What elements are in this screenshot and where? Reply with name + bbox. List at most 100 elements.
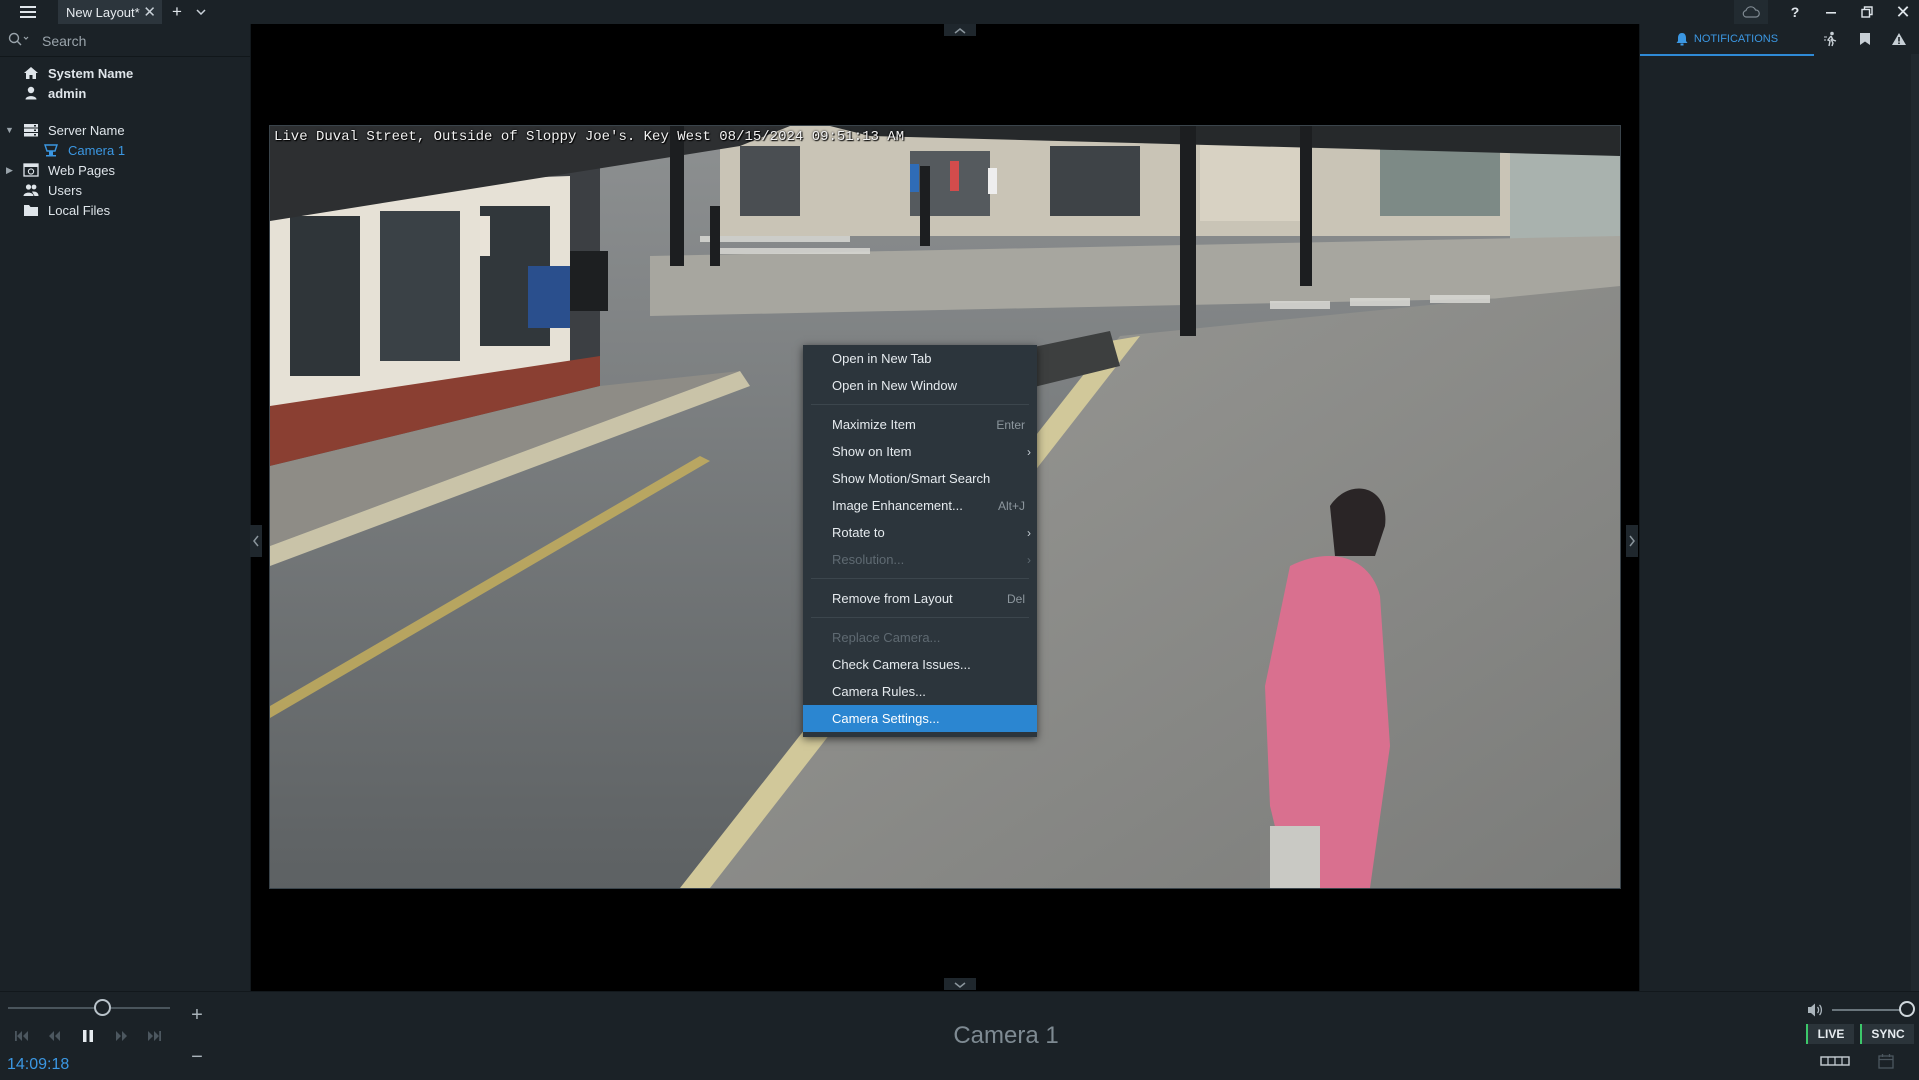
step-back-button[interactable]: [44, 1026, 64, 1046]
menu-item-maximize-item[interactable]: Maximize Item Enter: [803, 411, 1037, 438]
tab-label: New Layout*: [66, 4, 140, 20]
expand-arrow-icon[interactable]: ▼: [5, 125, 14, 135]
zoom-out-button[interactable]: −: [188, 1047, 206, 1067]
chevron-down-icon: [954, 982, 966, 988]
menu-item-label: Open in New Tab: [832, 351, 932, 366]
tree-item-web-pages[interactable]: Web Pages: [22, 160, 115, 180]
tab-close-icon[interactable]: ✕: [143, 3, 156, 21]
jump-to-start-button[interactable]: [12, 1026, 32, 1046]
tree-item-system[interactable]: System Name: [22, 63, 133, 83]
tree-item-users[interactable]: Users: [22, 180, 82, 200]
scrollbar[interactable]: [1911, 54, 1919, 991]
tab-list-button[interactable]: [192, 0, 210, 24]
menu-item-replace-camera: Replace Camera...: [803, 624, 1037, 651]
resource-tree-panel: System Name admin ▼ Server Name Camera 1…: [0, 24, 251, 991]
menu-item-image-enhancement[interactable]: Image Enhancement... Alt+J: [803, 492, 1037, 519]
menu-item-label: Rotate to: [832, 525, 885, 540]
home-icon: [22, 65, 40, 81]
volume-slider[interactable]: [1832, 1009, 1906, 1011]
pause-icon: [83, 1030, 93, 1042]
submenu-arrow-icon: ›: [1027, 444, 1031, 459]
toggle-timeline-button[interactable]: [944, 978, 976, 990]
volume-slider-handle[interactable]: [1899, 1001, 1915, 1017]
fast-forward-icon: [116, 1031, 127, 1041]
search-input[interactable]: [40, 30, 244, 52]
toggle-titlebar-button[interactable]: [944, 24, 976, 36]
submenu-arrow-icon: ›: [1027, 525, 1031, 540]
minimize-icon: [1826, 12, 1836, 14]
menu-separator: [811, 578, 1029, 579]
timeline-icon[interactable]: [1820, 1054, 1850, 1068]
menu-item-show-on-item[interactable]: Show on Item ›: [803, 438, 1037, 465]
tree-item-label: Users: [48, 182, 82, 198]
menu-item-label: Resolution...: [832, 552, 905, 567]
users-icon: [22, 182, 40, 198]
tab-motion[interactable]: [1814, 24, 1848, 54]
hamburger-icon: [20, 6, 36, 18]
submenu-arrow-icon: ›: [1027, 552, 1031, 567]
menu-item-label: Show on Item: [832, 444, 912, 459]
chevron-down-icon: [196, 9, 206, 15]
menu-item-label: Remove from Layout: [832, 591, 953, 606]
tree-item-camera-1[interactable]: Camera 1: [42, 140, 125, 160]
tree-item-label: System Name: [48, 65, 134, 81]
jump-to-end-button[interactable]: [144, 1026, 164, 1046]
tree-item-local-files[interactable]: Local Files: [22, 200, 110, 220]
menu-item-label: Check Camera Issues...: [832, 657, 971, 672]
speed-slider[interactable]: [8, 1007, 170, 1009]
tree-item-label: Camera 1: [68, 142, 126, 158]
menu-item-camera-rules[interactable]: Camera Rules...: [803, 678, 1037, 705]
menu-item-label: Camera Rules...: [832, 684, 926, 699]
live-button[interactable]: LIVE: [1806, 1024, 1854, 1044]
help-button[interactable]: ?: [1782, 0, 1808, 24]
zoom-in-button[interactable]: +: [188, 1005, 206, 1025]
sync-button[interactable]: SYNC: [1860, 1024, 1914, 1044]
step-forward-button[interactable]: [112, 1026, 132, 1046]
add-tab-button[interactable]: +: [168, 0, 186, 24]
toggle-right-panel-button[interactable]: [1626, 525, 1638, 557]
skip-start-icon: [15, 1031, 28, 1041]
warning-icon: [1892, 33, 1906, 45]
minimize-button[interactable]: [1818, 0, 1844, 24]
tab-bookmarks[interactable]: [1848, 24, 1882, 54]
calendar-icon[interactable]: [1878, 1053, 1894, 1069]
user-icon: [22, 85, 40, 101]
bookmark-icon: [1860, 33, 1870, 45]
search-icon[interactable]: [8, 32, 30, 46]
folder-icon: [22, 202, 40, 218]
tab-new-layout[interactable]: New Layout* ✕: [58, 0, 162, 24]
title-bar: New Layout* ✕ + ? ✕: [0, 0, 1919, 24]
menu-item-rotate-to[interactable]: Rotate to ›: [803, 519, 1037, 546]
menu-item-shortcut: Alt+J: [997, 498, 1025, 513]
chevron-left-icon: [253, 535, 259, 547]
menu-item-open-new-tab[interactable]: Open in New Tab: [803, 345, 1037, 372]
menu-item-open-new-window[interactable]: Open in New Window: [803, 372, 1037, 399]
pause-button[interactable]: [78, 1026, 98, 1046]
expand-arrow-icon[interactable]: ▶: [6, 165, 13, 176]
cloud-button[interactable]: [1734, 0, 1768, 24]
restore-icon: [1861, 6, 1873, 18]
camera-context-menu: Open in New Tab Open in New Window Maxim…: [803, 345, 1037, 737]
tab-label: NOTIFICATIONS: [1693, 33, 1779, 45]
skip-end-icon: [148, 1031, 161, 1041]
menu-item-shortcut: Enter: [996, 417, 1025, 432]
current-camera-name: Camera 1: [953, 1022, 1059, 1049]
menu-item-camera-settings[interactable]: Camera Settings...: [803, 705, 1037, 732]
menu-item-resolution: Resolution... ›: [803, 546, 1037, 573]
menu-item-remove-from-layout[interactable]: Remove from Layout Del: [803, 585, 1037, 612]
menu-item-show-motion-smart-search[interactable]: Show Motion/Smart Search: [803, 465, 1037, 492]
volume-icon[interactable]: [1807, 1002, 1825, 1018]
tab-notifications[interactable]: NOTIFICATIONS: [1640, 24, 1814, 56]
tab-events[interactable]: [1882, 24, 1916, 54]
toggle-left-panel-button[interactable]: [250, 525, 262, 557]
notifications-panel: NOTIFICATIONS: [1639, 24, 1919, 991]
restore-button[interactable]: [1854, 0, 1880, 24]
speed-slider-handle[interactable]: [94, 999, 111, 1016]
tree-item-user[interactable]: admin: [22, 83, 86, 103]
menu-item-check-camera-issues[interactable]: Check Camera Issues...: [803, 651, 1037, 678]
main-menu-button[interactable]: [16, 0, 40, 24]
close-button[interactable]: ✕: [1890, 0, 1916, 24]
tree-item-server[interactable]: Server Name: [22, 120, 125, 140]
timeline-bar: + − 14:09:18 Camera 1 LIVE SYNC: [0, 991, 1919, 1080]
server-icon: [22, 122, 40, 138]
